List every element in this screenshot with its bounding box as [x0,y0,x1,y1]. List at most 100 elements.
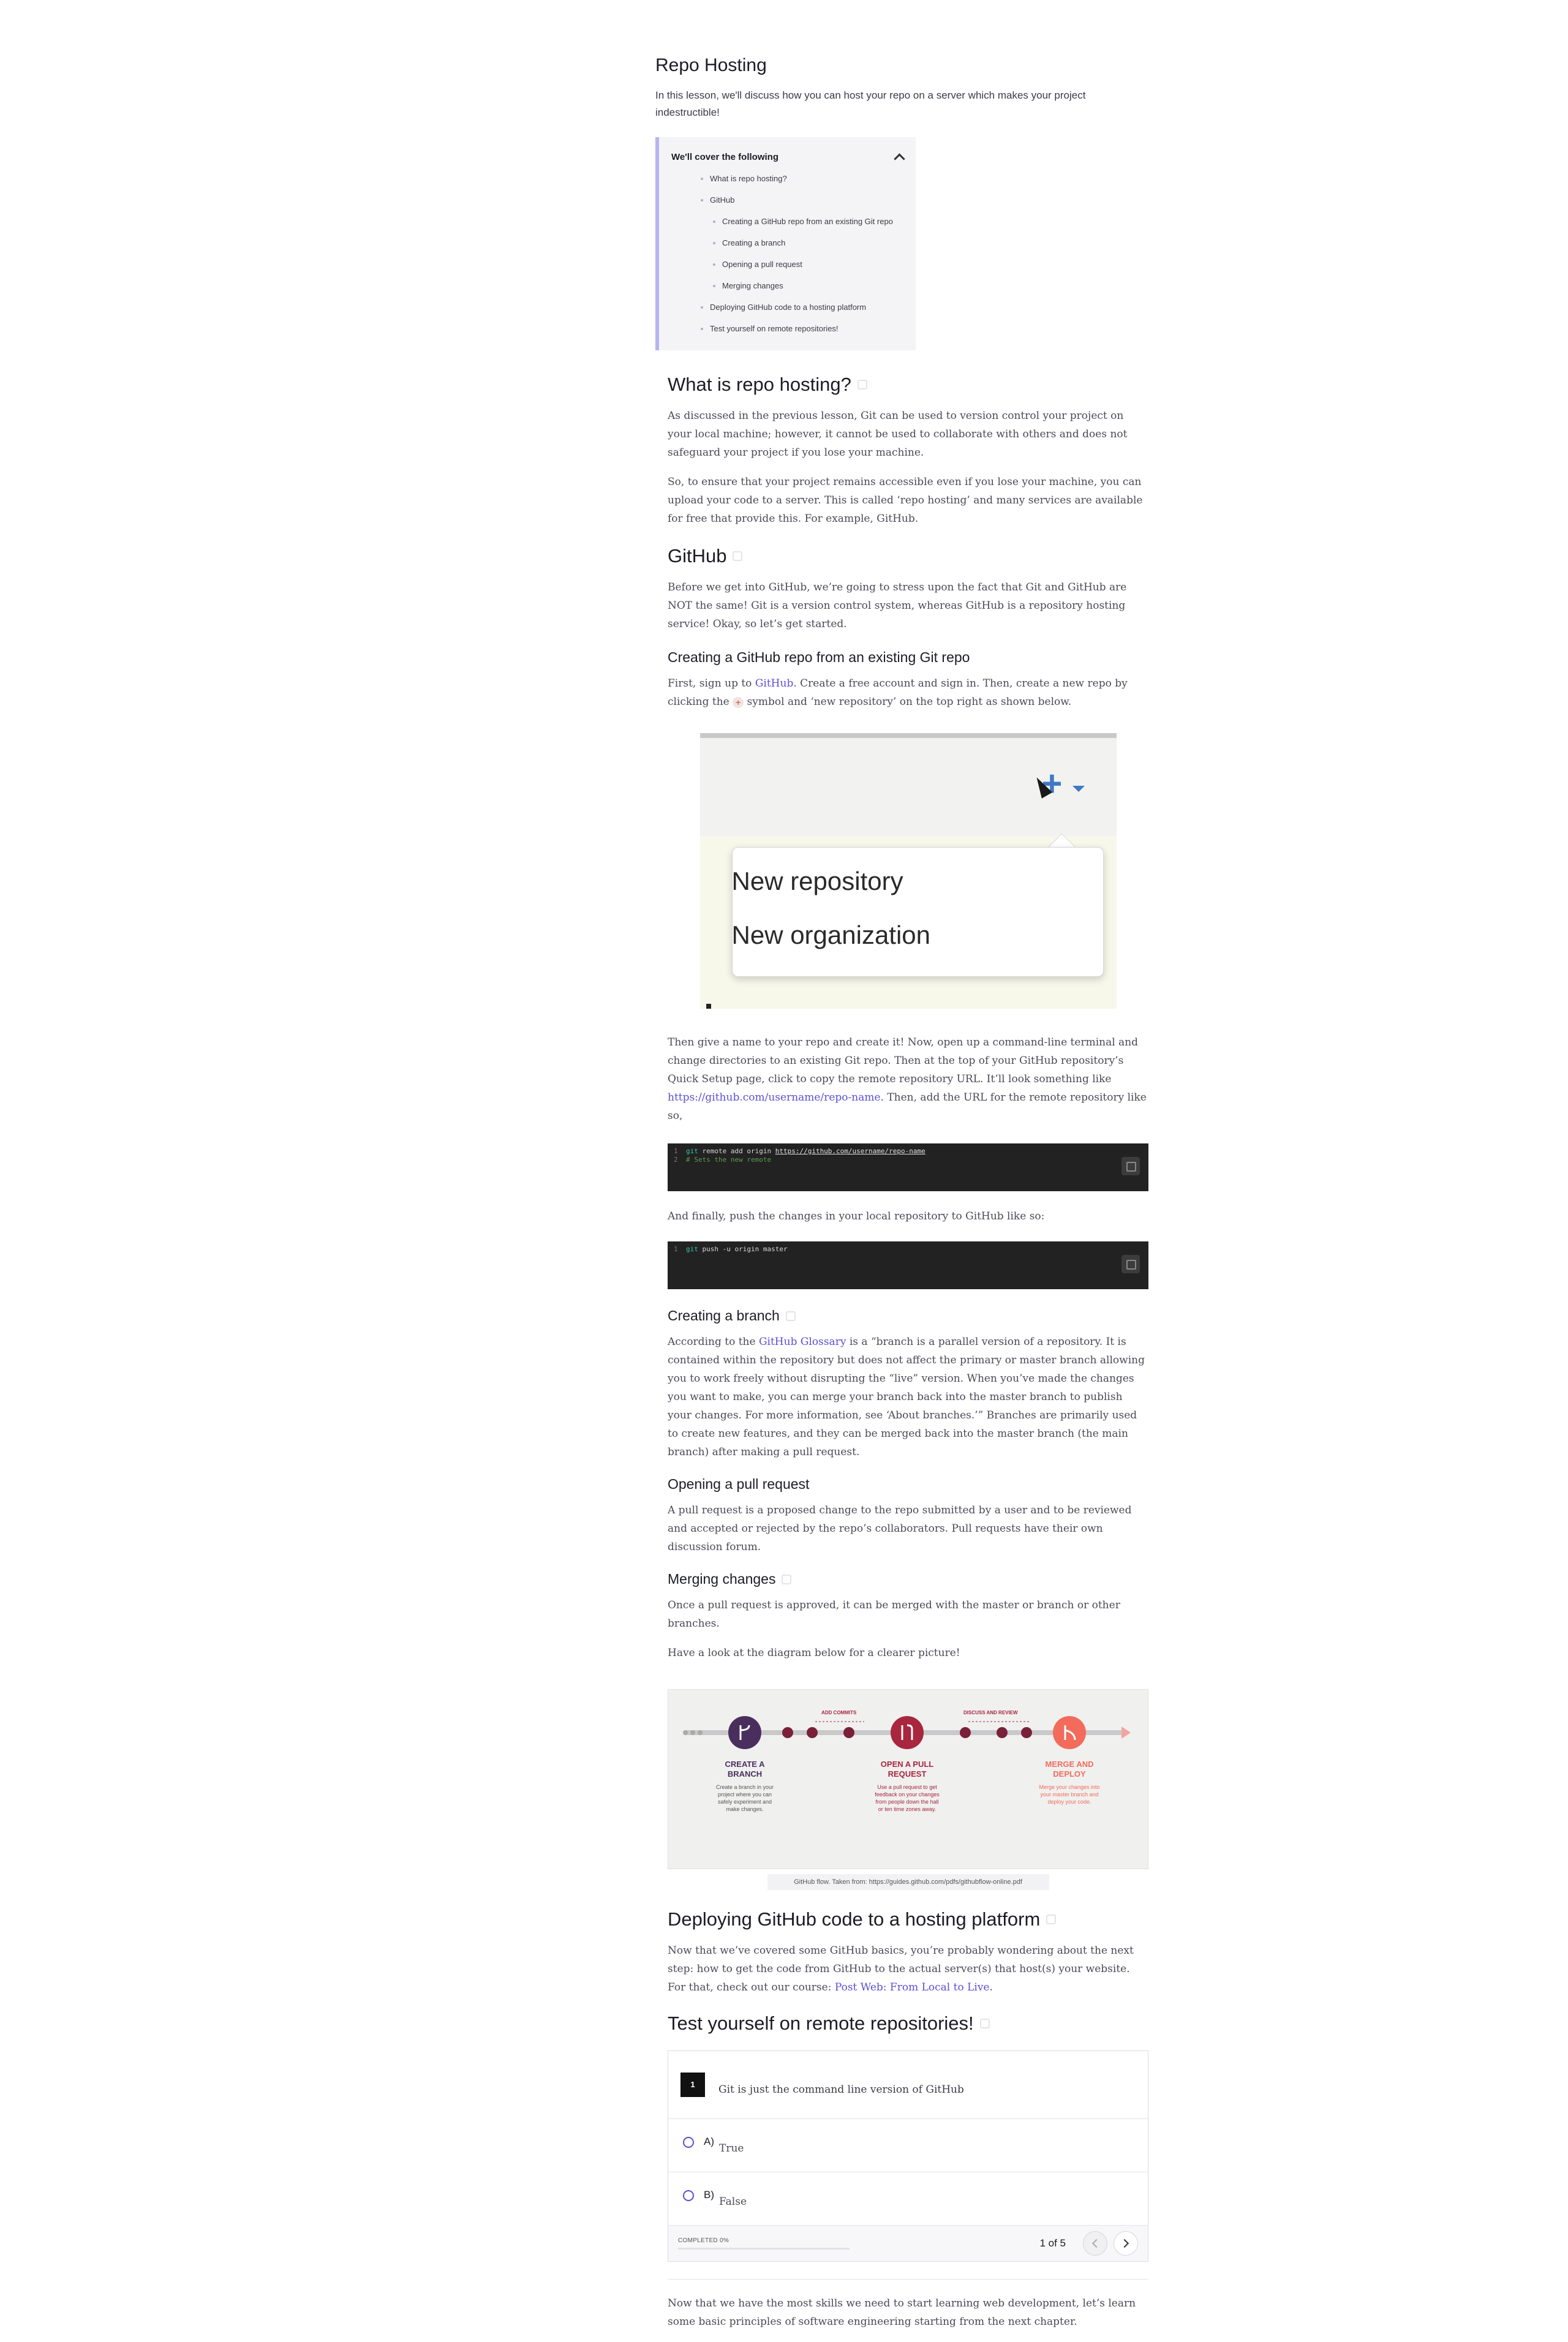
paragraph: So, to ensure that your project remains … [668,476,1143,525]
flow-dot [698,1730,703,1735]
step1-title: BRANCH [728,1769,762,1779]
radio-button[interactable] [683,2137,694,2148]
code-keyword: git [686,1245,698,1253]
step3-desc: your master branch and [1040,1791,1098,1798]
subsection-heading-text: Creating a branch [668,1308,780,1323]
code-block: 1 git remote add origin https://github.co… [668,1143,1148,1191]
repo-url-link[interactable]: https://github.com/username/repo-name [668,1091,881,1104]
chevron-up-icon[interactable] [894,152,905,165]
toc-item-test-yourself[interactable]: Test yourself on remote repositories! [659,318,916,339]
text: Then give a name to your repo and create… [668,1036,1139,1085]
commit-dot [807,1727,818,1738]
radio-button[interactable] [683,2190,694,2201]
code-line: 2 # Sets the new remote [668,1156,1148,1164]
paragraph: A pull request is a proposed change to t… [668,1504,1132,1553]
text: symbol and ‘new repository’ on the top r… [744,696,1072,708]
progress-label: COMPLETED 0% [678,2237,729,2244]
toc-header[interactable]: We'll cover the following [659,147,916,167]
subsection-heading-text: Creating a GitHub repo from an existing … [668,649,970,665]
quiz-footer: COMPLETED 0% 1 of 5 [668,2226,1148,2261]
step1-desc: Create a branch in your [716,1784,774,1790]
code-comment: # Sets the new remote [686,1156,772,1164]
question-number-badge: 1 [680,2073,705,2097]
section-heading-deploying: Deploying GitHub code to a hosting platf… [668,1908,1148,1930]
commit-dot [843,1727,854,1738]
quiz-widget: 1 Git is just the command line version o… [668,2050,1148,2262]
option-text: False [719,2196,747,2208]
copy-code-button[interactable] [1121,1255,1140,1273]
review-dot [997,1727,1008,1738]
option-letter: A) [704,2136,714,2147]
figure-caption: GitHub flow. Taken from: https://guides.… [767,1874,1049,1890]
progress-bar [678,2248,850,2250]
paragraph: Then give a name to your repo and create… [668,1033,1148,1125]
question-counter: 1 of 5 [1039,2237,1066,2249]
add-commits-label: ADD COMMITS [821,1710,857,1715]
line-number: 1 [674,1147,678,1155]
quiz-option-b[interactable]: B) False [668,2172,1148,2226]
step1-title: CREATE A [725,1760,766,1769]
link-anchor-icon[interactable] [785,1311,796,1321]
code-url: https://github.com/username/repo-name [775,1147,925,1155]
lesson-page: Repo Hosting In this lesson, we'll discu… [655,49,1158,2342]
copy-code-button[interactable] [1121,1157,1140,1175]
step3-title: DEPLOY [1053,1769,1086,1779]
link-anchor-icon[interactable] [1046,1915,1057,1924]
option-text: True [719,2142,744,2155]
step1-desc: make changes. [726,1806,763,1812]
discuss-review-label: DISCUSS AND REVIEW [963,1710,1018,1715]
subsection-heading-text: Merging changes [668,1571,776,1587]
closing-paragraph: Now that we have the most skills we need… [668,2297,1136,2328]
course-link[interactable]: Post Web: From Local to Live [835,1981,990,1994]
review-dot [1021,1727,1032,1738]
previous-question-button[interactable] [1083,2231,1107,2256]
question-text: Git is just the command line version of … [718,2084,964,2096]
github-link[interactable]: GitHub [755,677,794,690]
next-question-button[interactable] [1114,2231,1138,2256]
divider [668,2279,1148,2280]
review-dot [960,1727,971,1738]
link-anchor-icon[interactable] [782,1574,792,1584]
quiz-question: 1 Git is just the command line version o… [668,2051,1148,2119]
new-repository-screenshot: + New repository New organization [699,733,1117,1009]
text: is a “branch is a parallel version of a … [668,1336,1145,1458]
section-heading-github: GitHub [668,545,1148,567]
toc-item-creating-repo[interactable]: Creating a GitHub repo from an existing … [659,211,916,232]
toc-item-deploying[interactable]: Deploying GitHub code to a hosting platf… [659,296,916,318]
toc-item-pull-request[interactable]: Opening a pull request [659,254,916,275]
section-heading-test-yourself: Test yourself on remote repositories! [668,2013,1148,2035]
lesson-content: What is repo hosting? As discussed in th… [668,374,1148,2331]
github-flow-diagram: ADD COMMITS DISCUSS AND REVIEW CREATE A … [668,1689,1148,1869]
step2-desc: or ten time zones away. [878,1806,936,1812]
code-block: 1 git push -u origin master [668,1241,1148,1289]
quiz-option-a[interactable]: A) True [668,2119,1148,2172]
pull-request-icon [891,1716,924,1749]
link-anchor-icon[interactable] [733,551,743,561]
text: . [989,1981,993,1994]
toc-item-github[interactable]: GitHub [659,189,916,211]
code-keyword: git [686,1147,698,1155]
section-heading-text: GitHub [668,545,727,567]
chevron-right-icon [1120,2238,1129,2248]
step2-title: REQUEST [888,1769,927,1779]
lesson-intro: In this lesson, we'll discuss how you ca… [655,89,1086,118]
toc-item-creating-branch[interactable]: Creating a branch [659,232,916,254]
code-text: remote add origin [698,1147,775,1155]
step1-desc: safely experiment and [718,1799,772,1805]
plus-icon: + [733,696,744,708]
link-anchor-icon[interactable] [979,2019,990,2028]
completion-progress: COMPLETED 0% [678,2237,850,2250]
paragraph: According to the GitHub Glossary is a “b… [668,1333,1148,1461]
toc-item-what-is-repo-hosting[interactable]: What is repo hosting? [659,168,916,189]
link-anchor-icon[interactable] [857,380,867,390]
toc-item-merging-changes[interactable]: Merging changes [659,275,916,296]
github-glossary-link[interactable]: GitHub Glossary [759,1336,846,1348]
code-line: 1 git push -u origin master [668,1241,1148,1254]
subsection-heading-merging: Merging changes [668,1571,1148,1587]
section-heading-what-is-repo-hosting: What is repo hosting? [668,374,1148,396]
page-title: Repo Hosting [655,55,767,75]
paragraph: And finally, push the changes in your lo… [668,1210,1045,1222]
paragraph: Before we get into GitHub, we’re going t… [668,581,1127,630]
create-branch-icon [728,1716,761,1749]
paragraph: Once a pull request is approved, it can … [668,1599,1120,1630]
